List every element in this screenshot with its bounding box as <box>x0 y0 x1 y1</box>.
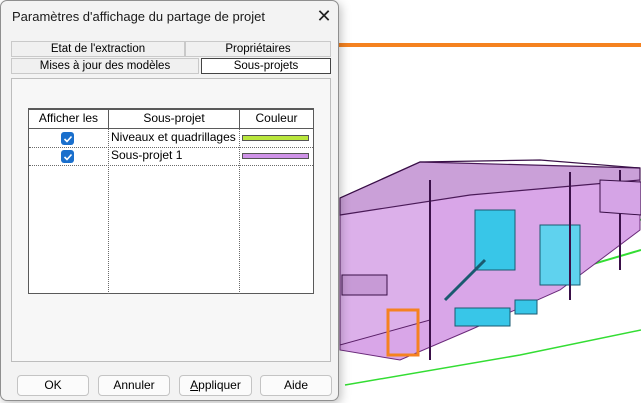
visible-checkbox-row-1[interactable] <box>61 132 74 145</box>
ok-button[interactable]: OK <box>17 375 89 396</box>
help-button[interactable]: Aide <box>260 375 332 396</box>
tab-checkout-status[interactable]: Etat de l'extraction <box>11 41 185 57</box>
color-swatch-row-1[interactable] <box>242 135 309 141</box>
column-header-visible[interactable]: Afficher les <box>28 109 109 129</box>
interior-wall-cyan-2 <box>539 224 581 286</box>
worksets-table: Afficher les Sous-projet Couleur Niveaux… <box>28 108 314 294</box>
worksets-panel: Afficher les Sous-projet Couleur Niveaux… <box>11 78 331 362</box>
column-divider <box>239 129 240 294</box>
close-icon[interactable]: ✕ <box>311 4 337 28</box>
visible-checkbox-row-2[interactable] <box>61 150 74 163</box>
color-swatch-row-2[interactable] <box>242 153 309 159</box>
apply-mnemonic: A <box>190 378 199 392</box>
column-header-workset[interactable]: Sous-projet <box>108 109 240 129</box>
workset-name-row-2[interactable]: Sous-projet 1 <box>111 147 238 164</box>
cancel-button[interactable]: Annuler <box>98 375 170 396</box>
interior-wall-cyan <box>474 209 516 271</box>
dialog-title: Paramètres d'affichage du partage de pro… <box>12 9 266 24</box>
checkmark-icon <box>63 153 72 161</box>
row-divider <box>29 165 313 166</box>
tab-worksets[interactable]: Sous-projets <box>201 58 331 74</box>
checkmark-icon <box>63 135 72 143</box>
app-root: Paramètres d'affichage du partage de pro… <box>0 0 641 403</box>
terrace-right <box>599 179 641 216</box>
column-divider <box>108 129 109 294</box>
display-settings-dialog: Paramètres d'affichage du partage de pro… <box>0 0 339 401</box>
tab-owners[interactable]: Propriétaires <box>185 41 331 57</box>
level-line <box>339 43 641 47</box>
furniture-chair <box>514 299 538 315</box>
workset-name-row-1[interactable]: Niveaux et quadrillages <box>111 129 238 146</box>
tab-strip: Etat de l'extraction Propriétaires Mises… <box>11 41 331 77</box>
tab-model-updates[interactable]: Mises à jour des modèles <box>11 58 199 74</box>
furniture-sofa <box>454 307 511 327</box>
balcony-left <box>341 274 388 296</box>
apply-button[interactable]: Appliquer <box>179 375 252 396</box>
apply-label: ppliquer <box>198 378 241 392</box>
column-header-color[interactable]: Couleur <box>239 109 314 129</box>
